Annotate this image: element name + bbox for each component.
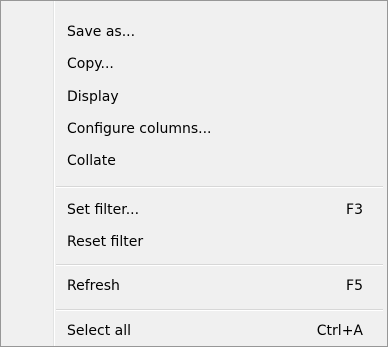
menu-item-shortcut: Ctrl+A xyxy=(316,323,363,339)
menu-item-display[interactable]: Display xyxy=(1,81,387,113)
menu-item-label: Reset filter xyxy=(67,234,144,250)
menu-item-reset-filter[interactable]: Reset filter xyxy=(1,226,387,258)
menu-separator xyxy=(56,186,383,188)
menu-item-label: Configure columns... xyxy=(67,121,212,137)
menu-item-label: Collate xyxy=(67,153,116,169)
menu-item-set-filter[interactable]: Set filter... F3 xyxy=(1,194,387,226)
context-menu: Save as... Copy... Display Configure col… xyxy=(0,0,388,347)
menu-item-shortcut: F3 xyxy=(346,202,363,218)
menu-item-shortcut: F5 xyxy=(346,278,363,294)
menu-item-refresh[interactable]: Refresh F5 xyxy=(1,270,387,302)
menu-item-save-as[interactable]: Save as... xyxy=(1,16,387,48)
menu-separator xyxy=(56,309,383,311)
menu-item-label: Save as... xyxy=(67,24,136,40)
menu-item-label: Copy... xyxy=(67,56,114,72)
menu-item-label: Set filter... xyxy=(67,202,140,218)
menu-item-select-all[interactable]: Select all Ctrl+A xyxy=(1,315,387,347)
menu-item-label: Display xyxy=(67,89,119,105)
menu-item-configure-columns[interactable]: Configure columns... xyxy=(1,113,387,145)
menu-item-label: Refresh xyxy=(67,278,120,294)
menu-item-label: Select all xyxy=(67,323,131,339)
menu-item-copy[interactable]: Copy... xyxy=(1,48,387,80)
menu-item-collate[interactable]: Collate xyxy=(1,145,387,177)
menu-separator xyxy=(56,264,383,266)
